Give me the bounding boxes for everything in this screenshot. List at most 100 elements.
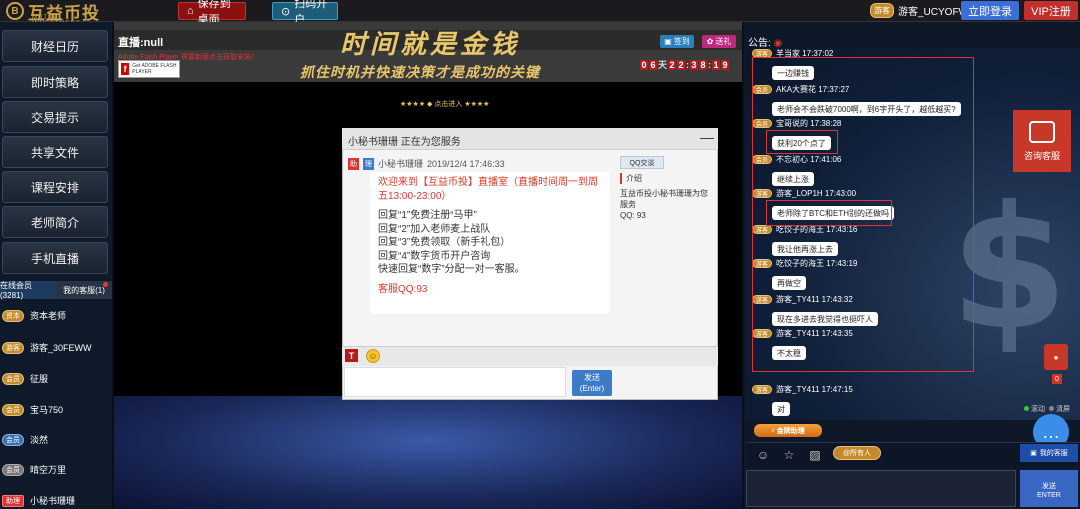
countdown-unit: :: [708, 59, 712, 70]
scan-open-button[interactable]: ⊙ 扫码开户: [272, 0, 338, 26]
member-name: 小秘书珊珊: [30, 496, 76, 506]
tab-online-members[interactable]: 在线会员 (3281): [0, 281, 56, 300]
chat-send-button[interactable]: 发送 ENTER: [1020, 470, 1078, 507]
vip-register-button[interactable]: VIP注册: [1024, 1, 1078, 20]
reply-line: 回复“4”数字货币开户咨询: [378, 250, 491, 262]
member-item[interactable]: 会员 淡然: [2, 433, 48, 446]
chat-message-bubble: 对: [772, 402, 790, 416]
intro-description: 互益币投小秘书珊珊为您服务 QQ: 93: [620, 188, 714, 221]
rank-badge-icon: 资本: [2, 309, 24, 322]
scan-icon: ⊙: [281, 5, 291, 18]
popup-message-input[interactable]: [344, 367, 566, 397]
member-item[interactable]: 资本 资本老师: [2, 309, 66, 322]
nav-course-schedule[interactable]: 课程安排: [2, 171, 108, 203]
countdown-digit: 3: [690, 59, 699, 70]
consult-label: 咨询客服: [1023, 150, 1060, 161]
chat-sender-time: 游客_TY411 17:47:15: [776, 385, 853, 394]
nav-instant-strategy[interactable]: 即时策略: [2, 66, 108, 98]
countdown: 06天22:38:19: [640, 58, 730, 71]
rank-badge-icon: 游客: [752, 385, 772, 394]
reply-line: 回复“2”加入老师麦上战队: [378, 223, 491, 235]
gold-assistant-button[interactable]: ♪ 金牌助理: [754, 424, 822, 437]
rank-badge-icon: 会员: [2, 433, 24, 446]
qq-chat-button[interactable]: QQ交谈: [620, 156, 664, 169]
font-icon[interactable]: T: [345, 349, 358, 362]
intro-qq: QQ: 93: [620, 211, 646, 220]
rank-badge-icon: 游客: [2, 341, 24, 354]
floating-widget-icon[interactable]: ●: [1044, 344, 1068, 370]
notice: 公告: ◉: [748, 34, 782, 49]
countdown-digit: 8: [699, 59, 708, 70]
gift-label: 送礼: [715, 37, 732, 46]
member-name: 宝马750: [30, 405, 64, 415]
headset-icon: ♪: [771, 427, 775, 434]
member-tabs: 在线会员 (3281) 我的客服(1): [0, 281, 112, 300]
countdown-unit: 天: [658, 60, 668, 70]
calendar-icon: ▣: [664, 37, 672, 46]
intro-label: 介绍: [620, 173, 642, 184]
message-meta: 助理 小秘书珊珊 2019/12/4 17:46:33: [348, 157, 505, 170]
countdown-digit: 2: [677, 59, 686, 70]
tab-my-service[interactable]: 我的客服(1): [56, 281, 112, 299]
scroll-controls: 滚动 清屏: [1024, 404, 1070, 414]
consult-service-button[interactable]: 咨询客服: [1013, 110, 1071, 172]
highlight-box: [766, 130, 838, 154]
flash-text: Get ADOBE FLASH PLAYER: [132, 63, 177, 75]
member-item[interactable]: 会员 征服: [2, 372, 48, 385]
message-time: 2019/12/4 17:46:33: [427, 158, 505, 169]
clear-toggle[interactable]: 清屏: [1049, 404, 1070, 414]
logo: B 互益币投 MUTUAL INVESTMENT: [6, 1, 100, 27]
chat-send-sublabel: ENTER: [1037, 492, 1061, 499]
member-name: 游客_30FEWW: [30, 343, 92, 353]
image-icon[interactable]: ▨: [808, 448, 822, 462]
countdown-digit: 0: [640, 59, 648, 70]
flash-icon: f: [121, 63, 130, 75]
emoji-icon[interactable]: ☺: [366, 349, 380, 363]
nav-trade-tips[interactable]: 交易提示: [2, 101, 108, 133]
tab-my-service-label: 我的客服(1): [63, 285, 105, 295]
member-item[interactable]: 会员 晴空万里: [2, 463, 66, 476]
my-service-button[interactable]: ▣ 我的客服: [1020, 444, 1078, 462]
login-button[interactable]: 立即登录: [961, 1, 1019, 20]
member-name: 征服: [30, 374, 49, 384]
sign-in-button[interactable]: ▣ 签到: [660, 35, 694, 48]
welcome-text: 欢迎来到【互益币投】直播室（直播时间周一到周五13:00-23:00）: [378, 177, 598, 202]
my-service-label: 我的客服: [1039, 450, 1068, 457]
rank-badge-icon: 会员: [2, 403, 24, 416]
chat-input[interactable]: [746, 470, 1016, 507]
popup-header: 小秘书珊珊 正在为您服务: [342, 128, 718, 150]
intro-text: 互益币投小秘书珊珊为您服务: [620, 189, 708, 209]
member-item[interactable]: 会员 宝马750: [2, 403, 63, 416]
nav-finance-calendar[interactable]: 财经日历: [2, 30, 108, 62]
banner-subtitle: 抓住时机并快速决策才是成功的关键: [300, 64, 540, 80]
popup-send-button[interactable]: 发送 (Enter): [572, 370, 612, 396]
chat-message-meta: 游客 游客_TY411 17:47:15: [752, 384, 853, 395]
home-icon: ⌂: [187, 5, 194, 17]
countdown-digit: 9: [721, 59, 730, 70]
nav-teacher-intro[interactable]: 老师简介: [2, 206, 108, 238]
nav-shared-files[interactable]: 共享文件: [2, 136, 108, 168]
message-bubble: 欢迎来到【互益币投】直播室（直播时间周一到周五13:00-23:00） 回复“1…: [370, 172, 610, 314]
live-title: 直播:null: [118, 37, 164, 49]
chat-bubble-icon: [1029, 120, 1055, 143]
member-item[interactable]: 游客 游客_30FEWW: [2, 341, 92, 354]
banner-enter-link[interactable]: ★★★★ ◆ 点击进入 ★★★★: [400, 99, 489, 109]
reply-line: 快速回复“数字”分配一对一客服。: [378, 264, 525, 275]
member-name: 晴空万里: [30, 465, 67, 475]
nav-mobile-live[interactable]: 手机直播: [2, 242, 108, 274]
mention-all-button[interactable]: @所有人: [833, 446, 881, 460]
save-desktop-button[interactable]: ⌂ 保存到桌面: [178, 0, 246, 26]
popup-toolbar: [342, 346, 718, 366]
countdown-digit: 1: [712, 59, 721, 70]
star-icon[interactable]: ☆: [782, 448, 796, 462]
countdown-digit: 2: [668, 59, 677, 70]
emoji-icon[interactable]: ☺: [756, 448, 770, 462]
rank-badge-icon: 会员: [2, 463, 24, 476]
promo-banner[interactable]: [114, 396, 742, 509]
scroll-toggle[interactable]: 滚动: [1024, 404, 1045, 414]
get-flash-player-button[interactable]: f Get ADOBE FLASH PLAYER: [118, 60, 180, 78]
gift-button[interactable]: ✿ 送礼: [702, 35, 736, 48]
member-item[interactable]: 助理 小秘书珊珊: [2, 494, 75, 507]
minimize-button[interactable]: —: [700, 129, 714, 147]
reply-line: 回复“3”免费领取（新手礼包）: [378, 237, 511, 248]
